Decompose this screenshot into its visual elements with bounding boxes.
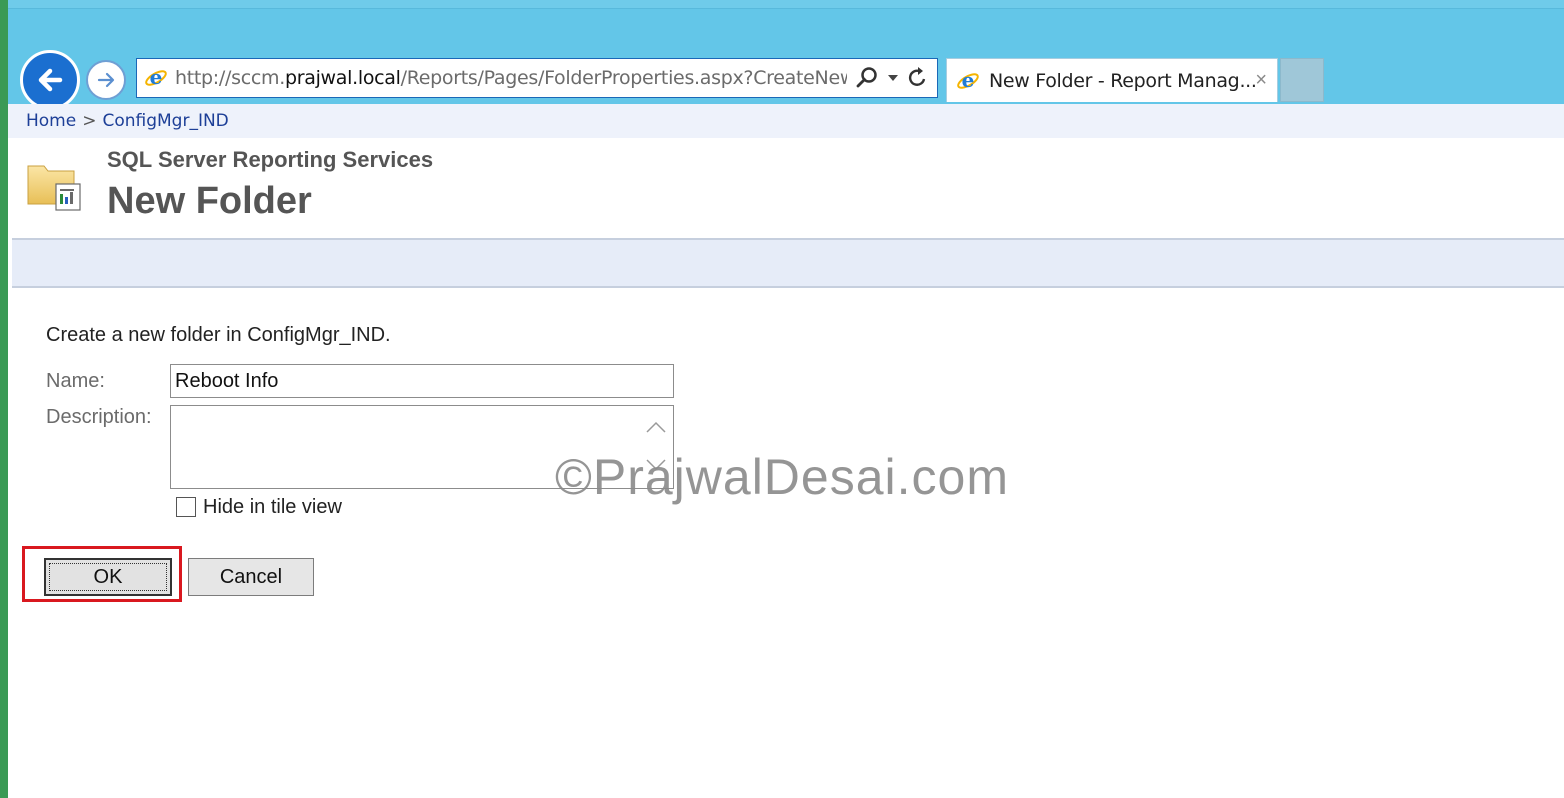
forward-button[interactable] [86,60,126,100]
tab-title: New Folder - Report Manag... [989,69,1256,92]
app-name: SQL Server Reporting Services [107,147,434,172]
watermark: ©PrajwalDesai.com [555,449,1009,505]
svg-text:e: e [150,66,163,89]
ie-logo-icon: e [955,68,981,94]
name-input[interactable] [170,364,674,398]
window-border [0,0,8,798]
page-title: New Folder [107,180,312,222]
dropdown-icon[interactable] [887,72,899,84]
toolbar-band [12,238,1564,288]
forward-arrow-icon [97,72,115,88]
cancel-button[interactable]: Cancel [188,558,314,596]
breadcrumb-home-link[interactable]: Home [26,111,76,131]
refresh-icon[interactable] [907,67,929,89]
scroll-up-icon[interactable] [645,420,667,434]
tab-new-folder[interactable]: e New Folder - Report Manag... × [946,58,1278,102]
address-bar[interactable]: e http://sccm.prajwal.local/Reports/Page… [136,58,938,98]
new-tab-button[interactable] [1280,58,1324,102]
search-icon[interactable] [855,66,879,90]
name-label: Name: [46,370,105,392]
title-strip [8,0,1564,9]
breadcrumb-separator: > [82,111,97,131]
svg-text:e: e [962,69,975,92]
folder-report-icon [27,165,81,211]
description-label: Description: [46,406,152,428]
url-domain: prajwal.local [284,67,401,89]
breadcrumb: Home > ConfigMgr_IND [8,104,1564,138]
page-header: SQL Server Reporting Services New Folder [8,138,1564,238]
form-intro: Create a new folder in ConfigMgr_IND. [46,324,391,346]
close-icon[interactable]: × [1255,69,1267,92]
ok-button-label: OK [49,563,167,591]
address-tools [847,66,937,90]
back-button[interactable] [20,50,80,110]
form-area: Create a new folder in ConfigMgr_IND. Na… [8,290,1564,798]
url-prefix: http://sccm. [175,67,285,89]
back-arrow-icon [38,68,63,92]
browser-chrome: e http://sccm.prajwal.local/Reports/Page… [8,0,1564,110]
ok-button[interactable]: OK [44,558,172,596]
url-path: /Reports/Pages/FolderProperties.aspx?Cre… [400,67,847,89]
breadcrumb-current-link[interactable]: ConfigMgr_IND [102,111,228,131]
ie-logo-icon: e [143,65,169,91]
url-text[interactable]: http://sccm.prajwal.local/Reports/Pages/… [175,67,847,89]
